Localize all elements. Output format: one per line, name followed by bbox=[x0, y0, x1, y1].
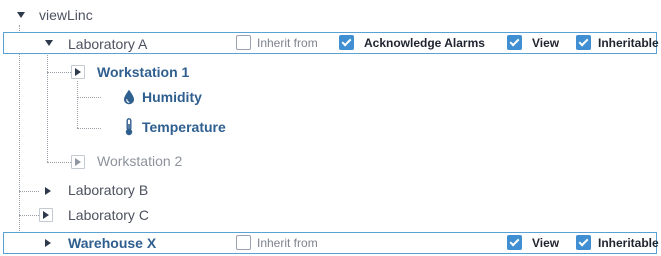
expand-toggle-workstation-2[interactable] bbox=[71, 155, 85, 169]
inheritable-label: Inheritable bbox=[598, 236, 659, 250]
tree-connector bbox=[19, 25, 20, 247]
tree-node-viewlinc[interactable]: viewLinc bbox=[39, 6, 93, 24]
droplet-icon bbox=[124, 89, 134, 105]
tree-connector bbox=[77, 128, 101, 129]
acknowledge-alarms-label: Acknowledge Alarms bbox=[364, 36, 485, 50]
tree-node-laboratory-c[interactable]: Laboratory C bbox=[68, 206, 149, 224]
expand-toggle-laboratory-a[interactable] bbox=[42, 36, 56, 50]
caret-right-icon bbox=[75, 68, 81, 76]
tree-connector bbox=[19, 215, 39, 216]
view-label: View bbox=[532, 36, 560, 50]
tree-connector bbox=[77, 81, 78, 128]
tree-connector bbox=[47, 162, 71, 163]
view-checkbox[interactable] bbox=[507, 35, 522, 50]
inherit-from-label: Inherit from bbox=[257, 36, 318, 50]
inheritable-checkbox[interactable] bbox=[576, 235, 591, 250]
tree-connector bbox=[77, 97, 101, 98]
expand-toggle-viewlinc[interactable] bbox=[14, 8, 28, 22]
inheritable-checkbox[interactable] bbox=[576, 35, 591, 50]
caret-right-icon bbox=[45, 187, 51, 195]
tree-node-laboratory-b[interactable]: Laboratory B bbox=[68, 181, 148, 199]
tree-node-laboratory-a[interactable]: Laboratory A bbox=[68, 35, 147, 53]
tree-node-temperature[interactable]: Temperature bbox=[142, 118, 226, 136]
expand-toggle-workstation-1[interactable] bbox=[71, 65, 85, 79]
tree-node-workstation-2[interactable]: Workstation 2 bbox=[97, 152, 182, 170]
thermometer-icon bbox=[125, 118, 133, 136]
inherit-from-checkbox[interactable] bbox=[236, 235, 251, 250]
tree-node-workstation-1[interactable]: Workstation 1 bbox=[97, 63, 189, 81]
tree-connector bbox=[47, 72, 71, 73]
view-label: View bbox=[532, 236, 560, 250]
acknowledge-alarms-checkbox[interactable] bbox=[339, 35, 354, 50]
caret-down-icon bbox=[45, 40, 53, 46]
inherit-from-label: Inherit from bbox=[257, 236, 318, 250]
expand-toggle-laboratory-c[interactable] bbox=[39, 208, 53, 222]
inheritable-label: Inheritable bbox=[598, 36, 659, 50]
caret-down-icon bbox=[17, 12, 25, 18]
caret-right-icon bbox=[45, 239, 51, 247]
tree-node-humidity[interactable]: Humidity bbox=[142, 88, 202, 106]
tree-connector bbox=[47, 53, 48, 162]
caret-right-icon bbox=[43, 211, 49, 219]
expand-toggle-warehouse-x[interactable] bbox=[41, 236, 55, 250]
view-checkbox[interactable] bbox=[507, 235, 522, 250]
inherit-from-checkbox[interactable] bbox=[236, 35, 251, 50]
tree-connector bbox=[19, 191, 39, 192]
tree-node-warehouse-x[interactable]: Warehouse X bbox=[68, 234, 156, 252]
caret-right-icon bbox=[75, 158, 81, 166]
expand-toggle-laboratory-b[interactable] bbox=[41, 184, 55, 198]
